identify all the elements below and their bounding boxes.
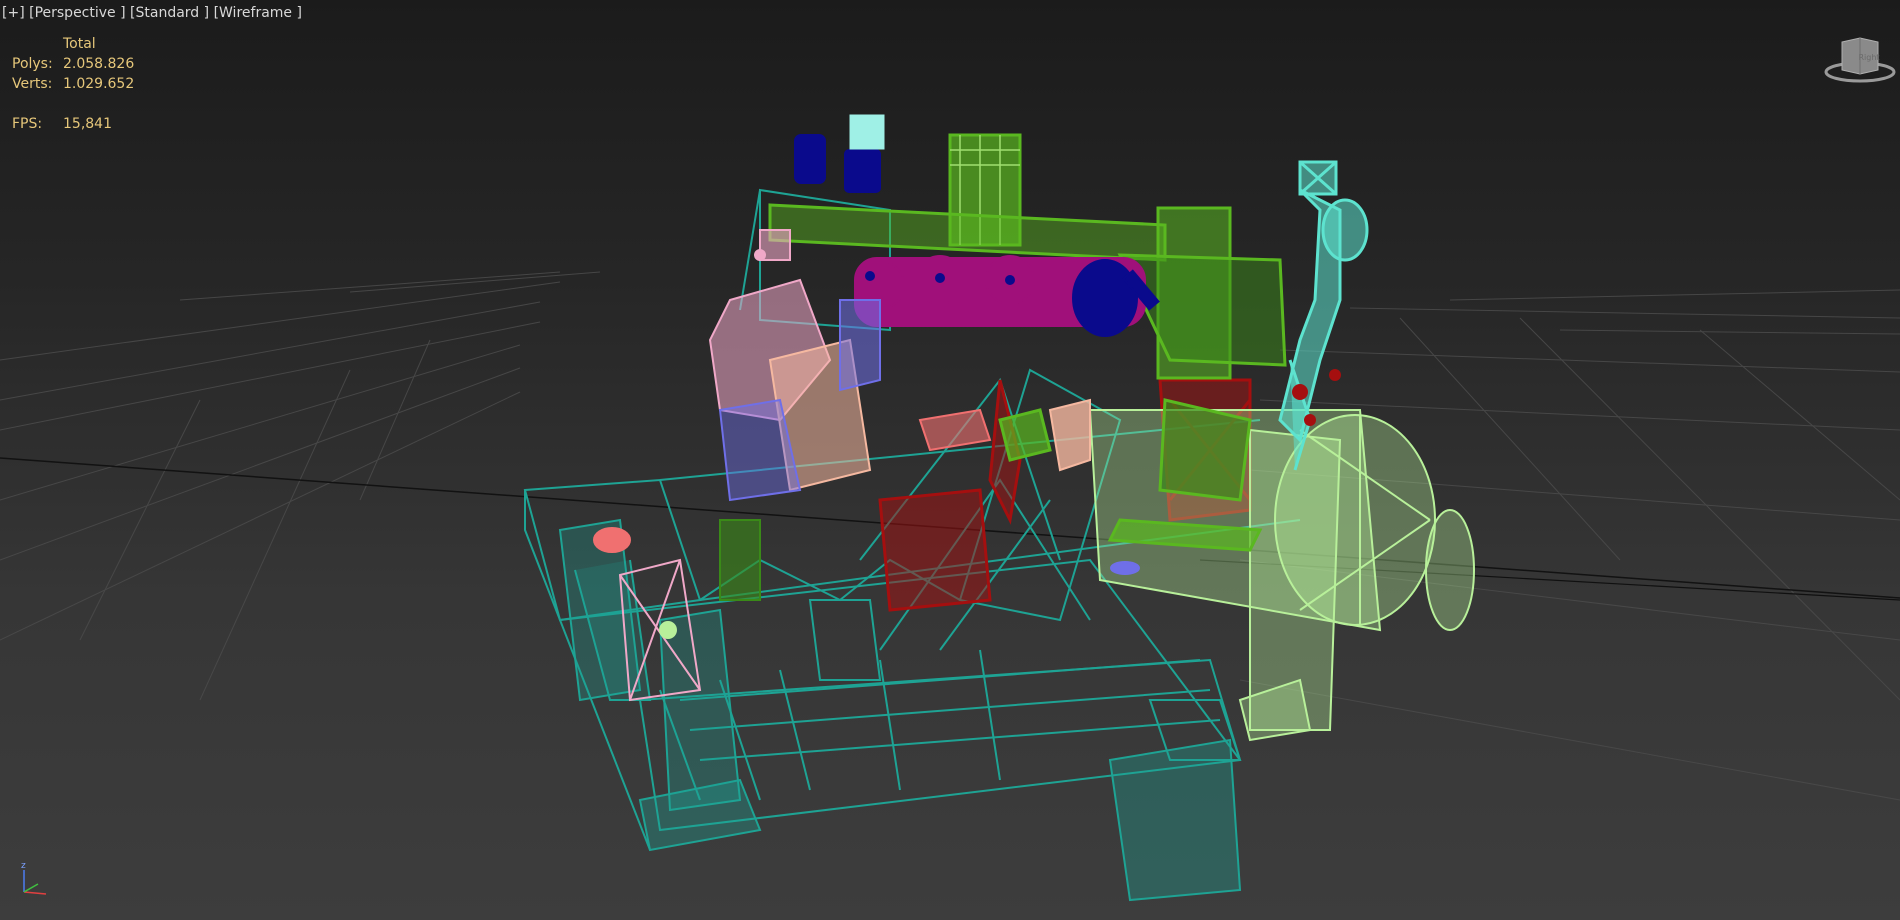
scene-canvas[interactable]: [0, 0, 1900, 920]
viewcube[interactable]: Right: [1822, 34, 1898, 84]
stats-polys-value: 2.058.826: [63, 56, 135, 72]
viewport-view-menu[interactable]: [Perspective ]: [29, 5, 125, 21]
stats-verts-label: Verts:: [12, 76, 53, 92]
stats-verts-value: 1.029.652: [63, 76, 135, 92]
stats-polys-label: Polys:: [12, 56, 53, 72]
viewport-label-menu: [+] [Perspective ] [Standard ] [Wirefram…: [2, 5, 302, 21]
stats-fps-value: 15,841: [63, 116, 112, 132]
perspective-viewport[interactable]: [+] [Perspective ] [Standard ] [Wirefram…: [0, 0, 1900, 920]
viewport-statistics: Total Polys: 2.058.826 Verts: 1.029.652 FP…: [12, 34, 134, 134]
viewcube-face-label[interactable]: Right: [1858, 53, 1879, 62]
axis-tripod-icon: z: [21, 861, 47, 895]
axis-tripod: z: [16, 858, 60, 898]
stats-fps-label: FPS:: [12, 116, 43, 132]
stats-total-header: Total: [63, 36, 96, 52]
viewport-shading-style-menu[interactable]: [Standard ]: [130, 5, 209, 21]
axis-z-label: z: [21, 861, 26, 871]
flywheel-housing[interactable]: [1088, 409, 1475, 742]
filler-cap[interactable]: [849, 114, 885, 150]
viewcube-icon[interactable]: Right: [1822, 34, 1898, 84]
viewport-plus-menu[interactable]: [+]: [2, 5, 25, 21]
viewport-display-mode-menu[interactable]: [Wireframe ]: [214, 5, 302, 21]
